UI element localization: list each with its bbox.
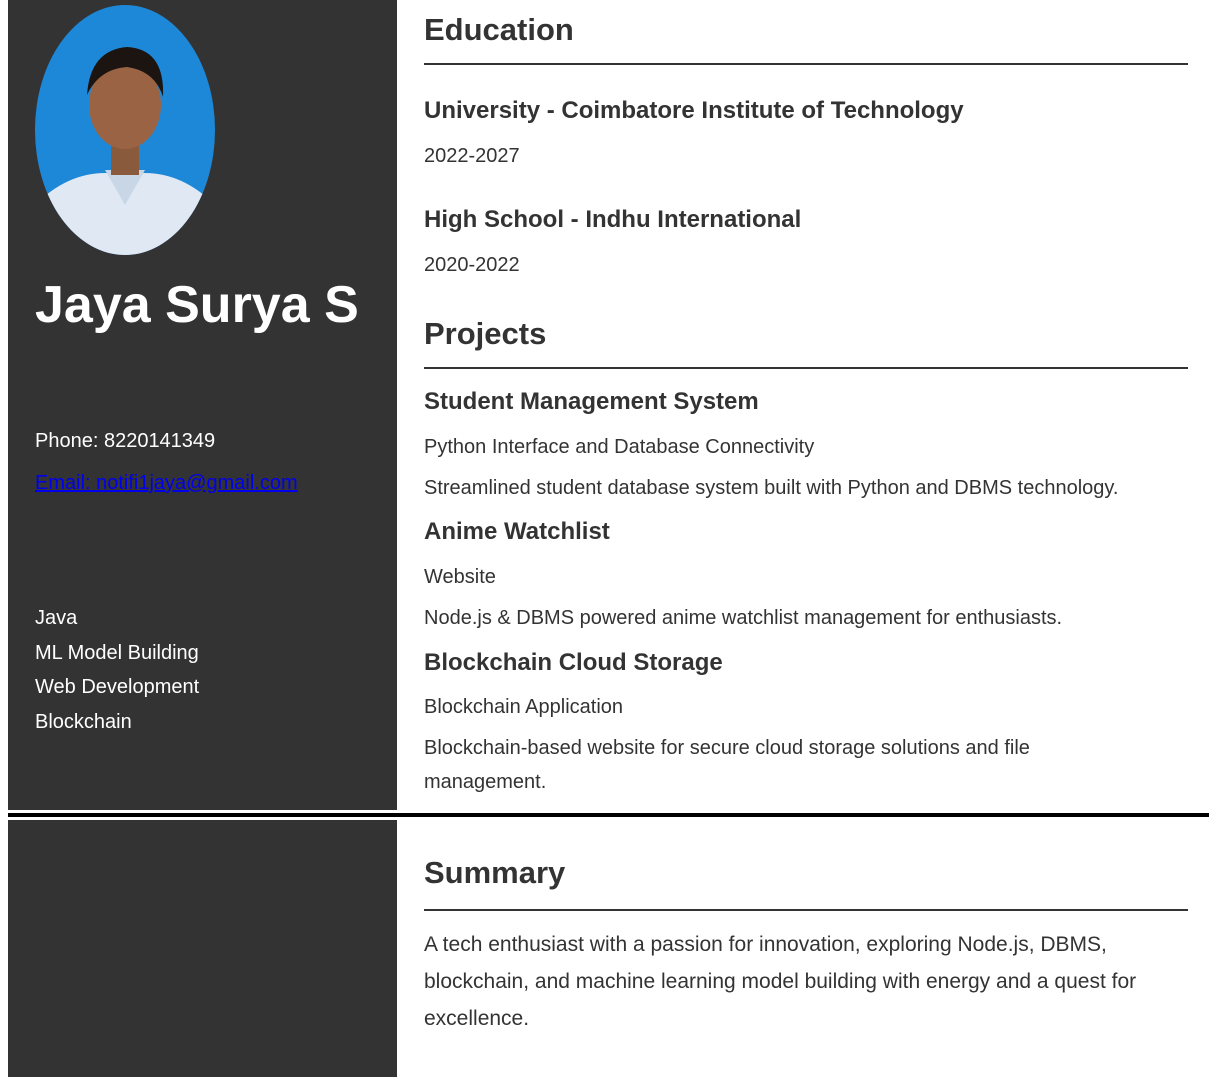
education-heading: Education: [424, 12, 574, 47]
profile-name: Jaya Surya S: [35, 276, 359, 334]
skill-item: Web Development: [35, 676, 200, 698]
education-title: University - Coimbatore Institute of Tec…: [424, 97, 964, 124]
project-title: Anime Watchlist: [424, 518, 610, 545]
phone-text: Phone: 8220141349: [35, 430, 216, 452]
education-rule: [424, 63, 1188, 65]
project-subtitle: Blockchain Application: [424, 696, 624, 718]
summary-rule: [424, 909, 1188, 911]
summary-heading: Summary: [424, 855, 566, 890]
project-title: Blockchain Cloud Storage: [424, 649, 723, 676]
skills-list: Java ML Model Building Web Development B…: [35, 606, 199, 744]
project-description: Streamlined student database system buil…: [424, 477, 1119, 499]
project-subtitle: Website: [424, 566, 496, 588]
education-years: 2022-2027: [424, 145, 520, 167]
page-divider: [8, 813, 1209, 817]
profile-photo: [35, 5, 215, 255]
sidebar: Jaya Surya S Phone: 8220141349 Email: no…: [8, 0, 397, 810]
project-subtitle: Python Interface and Database Connectivi…: [424, 436, 815, 458]
skill-item: ML Model Building: [35, 641, 199, 664]
email-link[interactable]: Email: notifi1jaya@gmail.com: [35, 472, 298, 495]
project-title: Student Management System: [424, 388, 759, 415]
projects-heading: Projects: [424, 316, 547, 351]
education-title: High School - Indhu International: [424, 206, 802, 233]
project-description: Blockchain-based website for secure clou…: [424, 737, 1030, 793]
projects-rule: [424, 367, 1188, 369]
skill-item: Java: [35, 607, 78, 629]
summary-text: A tech enthusiast with a passion for inn…: [424, 933, 1137, 1030]
education-years: 2020-2022: [424, 254, 520, 276]
sidebar-continued: [8, 820, 397, 1077]
project-description: Node.js & DBMS powered anime watchlist m…: [424, 607, 1063, 629]
skill-item: Blockchain: [35, 710, 132, 733]
